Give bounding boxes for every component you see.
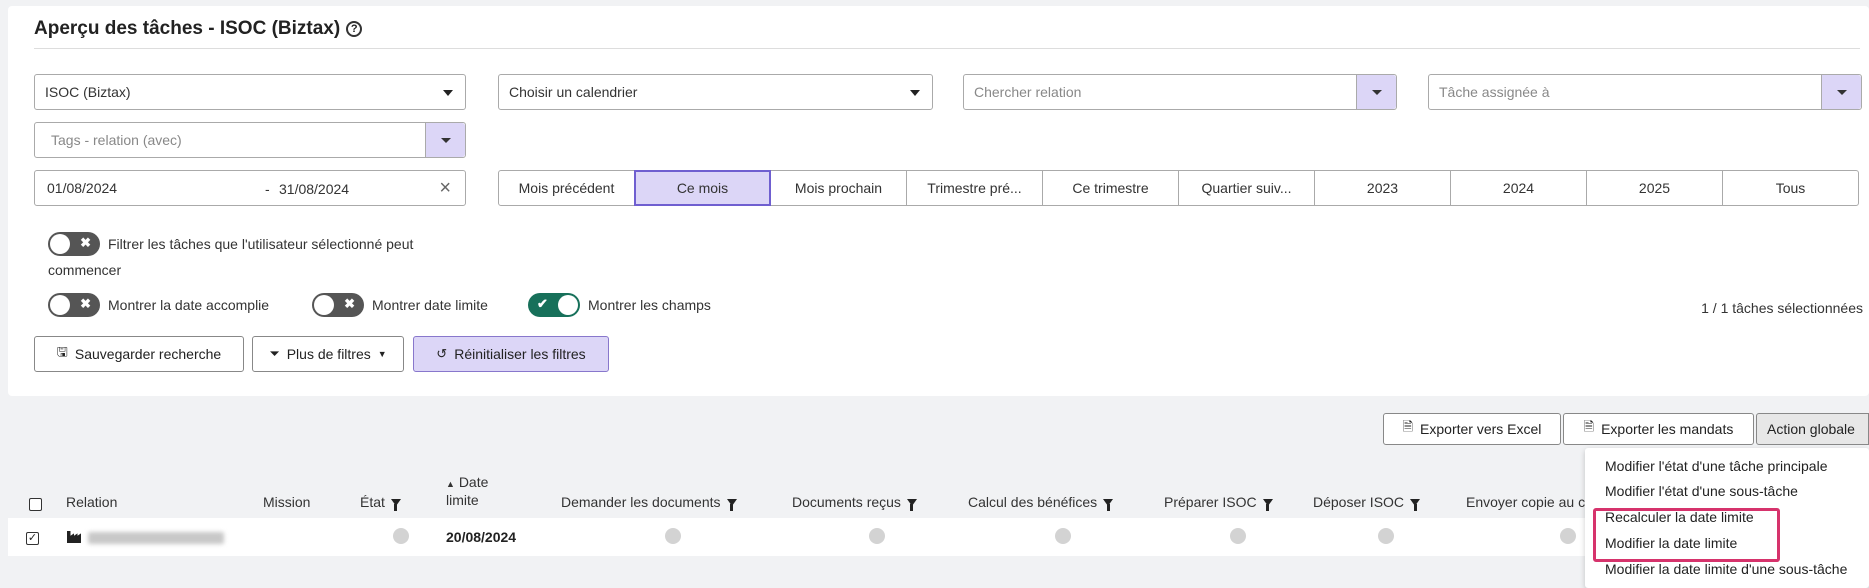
x-icon: ✖ [80, 296, 91, 311]
period-previous-quarter[interactable]: Trimestre pré... [906, 170, 1043, 206]
show-deadline-toggle[interactable]: ✖ [312, 293, 364, 317]
period-2025[interactable]: 2025 [1586, 170, 1723, 206]
file-isoc-status-dot[interactable] [1378, 528, 1394, 544]
sort-up-icon: ▲ [446, 479, 455, 489]
period-next-quarter[interactable]: Quartier suiv... [1178, 170, 1315, 206]
show-completed-date-toggle[interactable]: ✖ [48, 293, 100, 317]
period-previous-month[interactable]: Mois précédent [498, 170, 635, 206]
more-filters-button[interactable]: ⏷ Plus de filtres ▼ [252, 336, 404, 372]
period-selector: Mois précédent Ce mois Mois prochain Tri… [498, 170, 1859, 206]
menu-item-change-subtask-deadline[interactable]: Modifier la date limite d'une sous-tâche [1605, 561, 1847, 577]
filter-startable-toggle[interactable]: ✖ [48, 232, 100, 256]
show-fields-row: ✔ Montrer les champs [528, 293, 711, 317]
x-icon: ✖ [344, 296, 355, 311]
task-type-select[interactable]: ISOC (Biztax) [34, 74, 466, 110]
show-deadline-row: ✖ Montrer date limite [312, 293, 488, 317]
check-icon: ✔ [537, 296, 548, 311]
profit-calc-status-dot[interactable] [1055, 528, 1071, 544]
send-copy-status-dot[interactable] [1560, 528, 1576, 544]
caret-down-icon [910, 90, 920, 96]
col-profit-calc[interactable]: Calcul des bénéfices [968, 494, 1114, 511]
filter-icon[interactable] [1103, 498, 1114, 511]
deadline-value: 20/08/2024 [446, 529, 517, 545]
x-icon: ✖ [80, 235, 91, 250]
col-send-copy[interactable]: Envoyer copie au c [1466, 494, 1585, 510]
filter-icon[interactable] [1410, 498, 1421, 511]
calendar-select[interactable]: Choisir un calendrier [498, 74, 933, 110]
assignee-search-input[interactable]: Tâche assignée à [1428, 74, 1862, 110]
clear-date-icon[interactable]: × [439, 177, 451, 200]
page-title: Aperçu des tâches - ISOC (Biztax) ? [34, 18, 363, 40]
menu-item-change-subtask-state[interactable]: Modifier l'état d'une sous-tâche [1605, 483, 1798, 499]
export-mandates-button[interactable]: 🗎 Exporter les mandats [1563, 413, 1754, 445]
undo-icon: ↺ [436, 346, 448, 361]
row-checkbox[interactable]: ✓ [26, 532, 39, 545]
save-search-button[interactable]: 🖫 Sauvegarder recherche [34, 336, 244, 372]
reset-filters-button[interactable]: ↺ Réinitialiser les filtres [413, 336, 609, 372]
col-mission[interactable]: Mission [263, 494, 310, 510]
selected-count: 1 / 1 tâches sélectionnées [1701, 300, 1863, 316]
global-action-button[interactable]: Action globale [1756, 413, 1869, 445]
period-this-month[interactable]: Ce mois [634, 170, 771, 206]
caret-down-icon: ▼ [377, 349, 387, 359]
relation-search-input[interactable]: Chercher relation [963, 74, 1397, 110]
filter-startable-toggle-row: ✖ Filtrer les tâches que l'utilisateur s… [48, 232, 413, 256]
filter-icon: ⏷ [269, 346, 280, 361]
filter-startable-label-cont: commencer [48, 262, 122, 278]
period-all[interactable]: Tous [1722, 170, 1859, 206]
show-completed-date-row: ✖ Montrer la date accomplie [48, 293, 269, 317]
request-docs-status-dot[interactable] [665, 528, 681, 544]
period-next-month[interactable]: Mois prochain [770, 170, 907, 206]
period-2023[interactable]: 2023 [1314, 170, 1451, 206]
select-all-checkbox[interactable] [29, 498, 42, 511]
col-deadline[interactable]: ▲ Date limite [446, 474, 488, 508]
export-excel-button[interactable]: 🗎 Exporter vers Excel [1383, 413, 1561, 445]
caret-down-icon [443, 90, 453, 96]
assignee-dropdown-toggle[interactable] [1821, 75, 1861, 109]
col-state[interactable]: État [360, 494, 401, 511]
relation-dropdown-toggle[interactable] [1356, 75, 1396, 109]
question-circle-icon[interactable]: ? [346, 21, 363, 37]
period-2024[interactable]: 2024 [1450, 170, 1587, 206]
highlight-box [1593, 508, 1780, 562]
prepare-isoc-status-dot[interactable] [1230, 528, 1246, 544]
state-status-dot[interactable] [393, 528, 409, 544]
col-relation[interactable]: Relation [66, 494, 117, 510]
period-this-quarter[interactable]: Ce trimestre [1042, 170, 1179, 206]
filter-icon[interactable] [726, 498, 737, 511]
filter-icon[interactable] [390, 498, 401, 511]
col-request-docs[interactable]: Demander les documents [561, 494, 737, 511]
docs-received-status-dot[interactable] [869, 528, 885, 544]
col-file-isoc[interactable]: Déposer ISOC [1313, 494, 1421, 511]
show-fields-toggle[interactable]: ✔ [528, 293, 580, 317]
filter-icon[interactable] [906, 498, 917, 511]
col-docs-received[interactable]: Documents reçus [792, 494, 917, 511]
relation-name-blurred[interactable] [88, 532, 224, 544]
title-divider [34, 48, 1860, 49]
tags-dropdown-toggle[interactable] [425, 123, 465, 157]
save-icon: 🖫 [56, 344, 68, 359]
col-prepare-isoc[interactable]: Préparer ISOC [1164, 494, 1273, 511]
excel-file-icon: 🗎 [1402, 419, 1414, 434]
excel-file-icon: 🗎 [1583, 419, 1595, 434]
filter-icon[interactable] [1262, 498, 1273, 511]
tags-search-input[interactable]: Tags - relation (avec) [34, 122, 466, 158]
menu-item-change-main-task-state[interactable]: Modifier l'état d'une tâche principale [1605, 458, 1827, 474]
date-range-input[interactable]: 01/08/2024 - 31/08/2024 × [34, 170, 466, 206]
